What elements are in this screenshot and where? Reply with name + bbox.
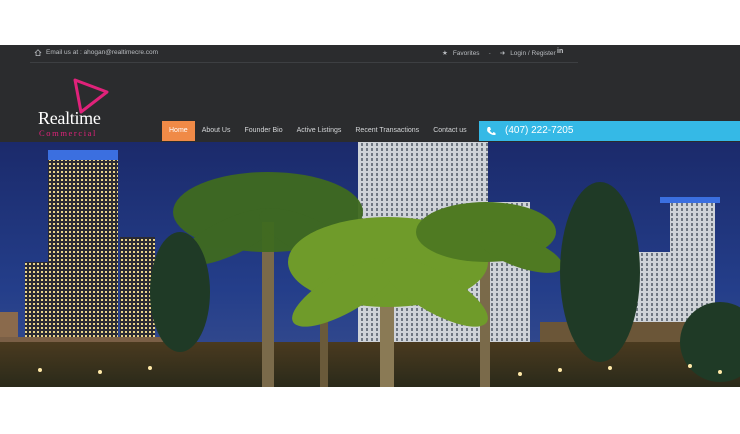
phone-icon [487,127,496,136]
phone-bar[interactable]: (407) 222-7205 [479,121,740,141]
email-contact[interactable]: Email us at : ahogan@realtimecre.com [34,49,158,56]
top-bar: Email us at : ahogan@realtimecre.com ★ F… [0,45,740,62]
login-icon: ➜ [499,50,506,57]
favorites-link[interactable]: Favorites [453,50,480,57]
site-header: Email us at : ahogan@realtimecre.com ★ F… [0,45,740,387]
nav-item-active-listings[interactable]: Active Listings [290,121,349,141]
phone-number: (407) 222-7205 [505,125,574,136]
nav-item-about-us[interactable]: About Us [195,121,238,141]
home-icon [34,49,42,56]
star-icon: ★ [442,50,448,57]
nav-item-recent-transactions[interactable]: Recent Transactions [348,121,426,141]
brand-name: Realtime [38,108,101,128]
main-nav: Home About Us Founder Bio Active Listing… [162,121,474,141]
hero-image [0,142,740,387]
email-label: Email us at : ahogan@realtimecre.com [46,49,159,56]
brand-logo[interactable]: Realtime Commercial [36,78,126,138]
nav-item-founder-bio[interactable]: Founder Bio [237,121,289,141]
login-register-link[interactable]: Login / Register [510,50,556,57]
nav-item-contact-us[interactable]: Contact us [426,121,473,141]
linkedin-icon[interactable]: in [557,48,563,55]
account-links: ★ Favorites - ➜ Login / Register [442,49,556,58]
link-separator: - [488,49,491,57]
top-divider [30,62,578,63]
nav-item-home[interactable]: Home [162,121,195,141]
brand-subtitle: Commercial [39,128,98,138]
